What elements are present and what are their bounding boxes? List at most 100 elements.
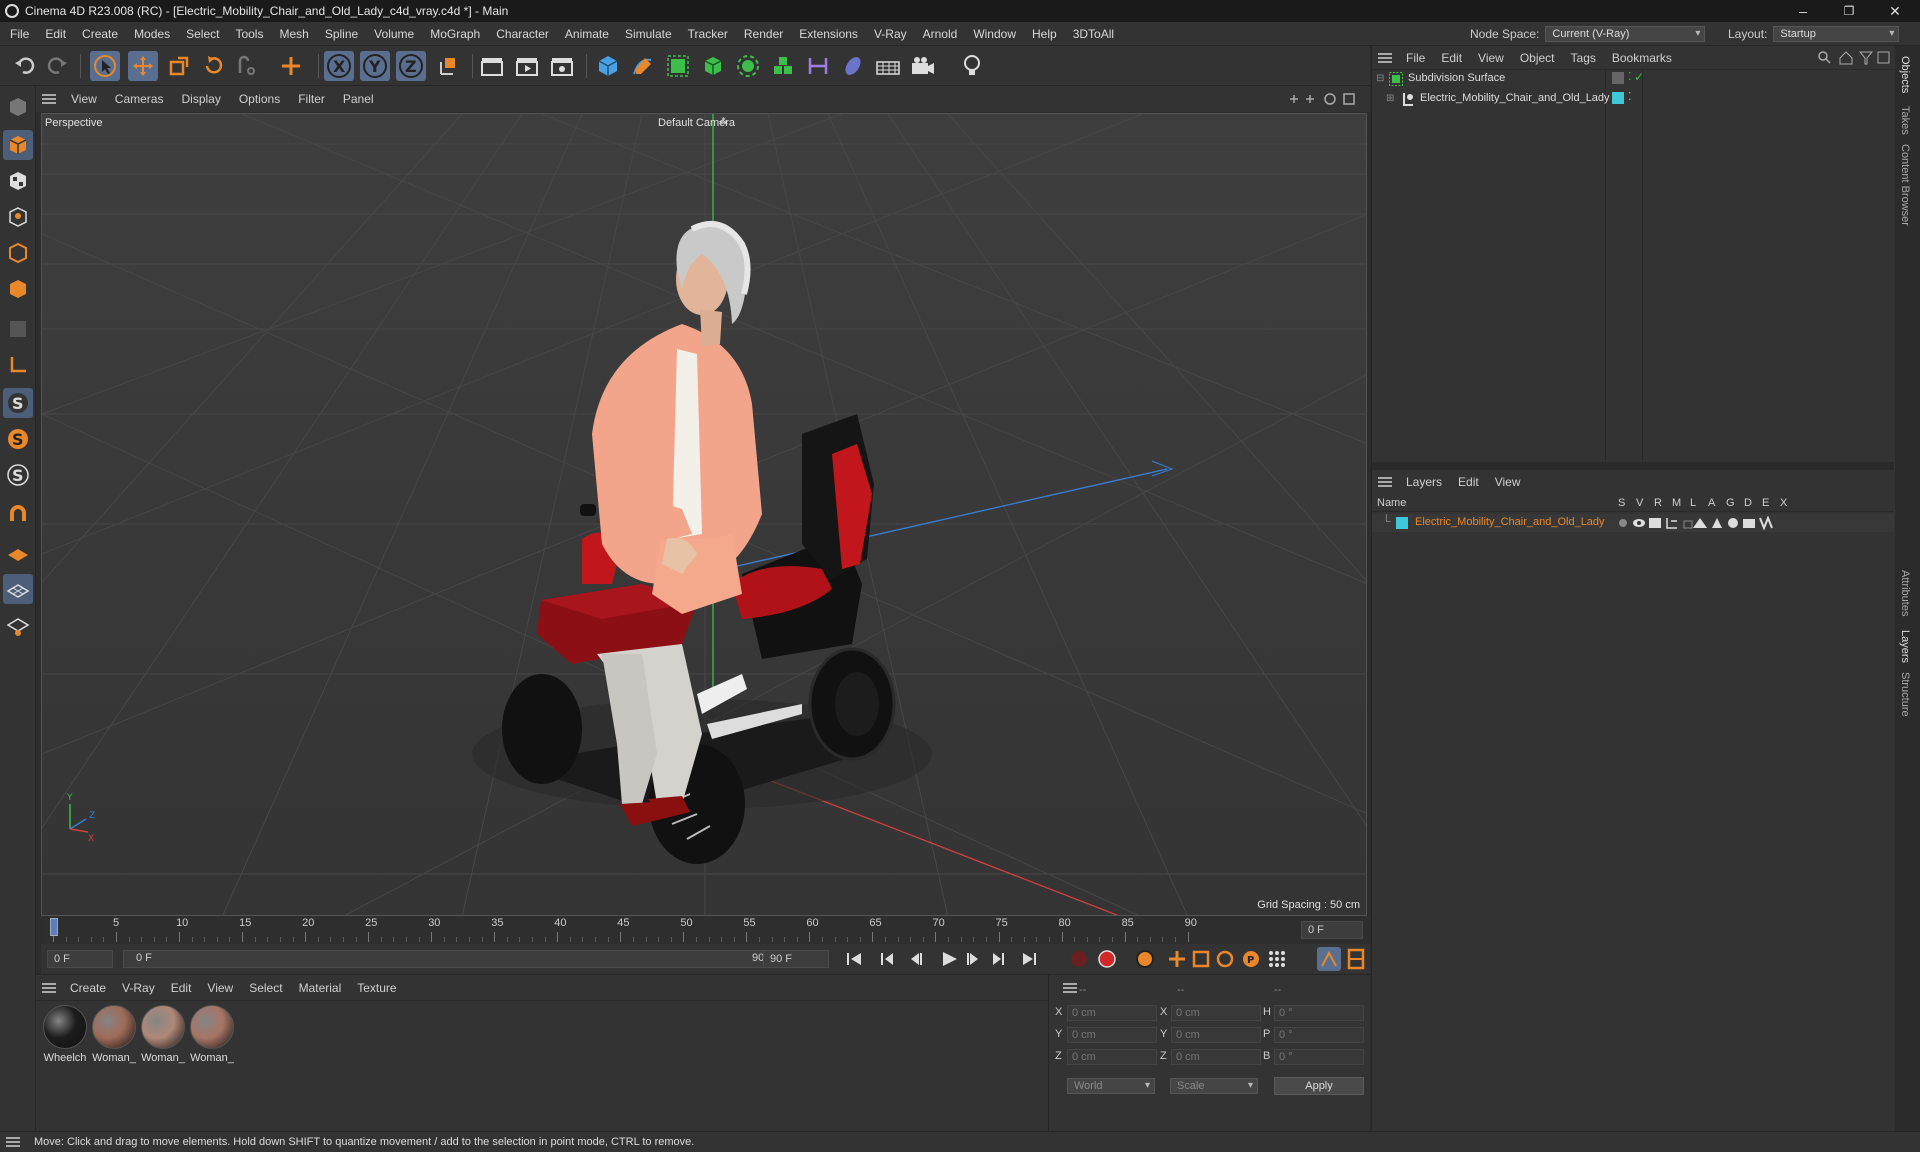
object-menu-icon[interactable] [1378, 52, 1392, 63]
viewport-menu-icon[interactable] [42, 94, 56, 104]
layer-color-icon[interactable] [1612, 92, 1624, 104]
timeline-ruler[interactable]: 051015202530354045505560657075808590 0 F [41, 916, 1370, 944]
menu-spline[interactable]: Spline [317, 22, 366, 46]
expand-icon[interactable]: ⊟ [1376, 73, 1384, 84]
viewport-menu-filter[interactable]: Filter [289, 92, 334, 106]
coord-size-field[interactable]: 0 cm [1171, 1005, 1261, 1021]
coord-space-dropdown[interactable]: World [1067, 1078, 1155, 1094]
tab-structure[interactable]: Structure [1899, 672, 1911, 717]
object-manager-tools[interactable] [1818, 51, 1890, 65]
viewport-menu-display[interactable]: Display [172, 92, 229, 106]
current-frame-field[interactable]: 0 F [1301, 921, 1363, 939]
layer-flag-icons[interactable] [1616, 516, 1786, 530]
volume-button[interactable] [768, 51, 798, 81]
menu-tools[interactable]: Tools [227, 22, 271, 46]
menu-modes[interactable]: Modes [126, 22, 178, 46]
object-menu-bookmarks[interactable]: Bookmarks [1604, 51, 1680, 65]
material-menu-edit[interactable]: Edit [163, 981, 200, 995]
rotate-tool-button[interactable] [198, 51, 228, 81]
layer-flag-e[interactable]: E [1762, 497, 1769, 509]
material-item[interactable]: Wheelch [42, 1005, 88, 1067]
material-item[interactable]: Woman_ [140, 1005, 186, 1067]
tab-layers[interactable]: Layers [1899, 630, 1911, 663]
material-menu-texture[interactable]: Texture [349, 981, 404, 995]
light-button[interactable] [957, 51, 987, 81]
layer-menu-view[interactable]: View [1487, 475, 1529, 489]
enable-axis-button[interactable] [3, 350, 33, 380]
y-axis-lock-button[interactable]: Y [360, 51, 390, 81]
material-menu-v-ray[interactable]: V-Ray [114, 981, 163, 995]
object-menu-tags[interactable]: Tags [1563, 51, 1604, 65]
viewport-menu-options[interactable]: Options [230, 92, 289, 106]
transport-buttons[interactable] [843, 948, 1093, 970]
field-button[interactable] [838, 51, 868, 81]
coordinate-system-button[interactable] [432, 51, 462, 81]
menu-animate[interactable]: Animate [557, 22, 617, 46]
render-settings-button[interactable] [547, 51, 577, 81]
apply-button[interactable]: Apply [1274, 1077, 1364, 1095]
coord-size-field[interactable]: 0 cm [1171, 1049, 1261, 1065]
timeline-window-button[interactable] [1344, 947, 1368, 971]
make-editable-button[interactable] [3, 92, 33, 122]
menu-volume[interactable]: Volume [366, 22, 422, 46]
menu-render[interactable]: Render [736, 22, 791, 46]
floor-button[interactable] [873, 51, 903, 81]
scale-tool-button[interactable] [164, 51, 194, 81]
point-mode-button[interactable] [3, 202, 33, 232]
layer-menu-layers[interactable]: Layers [1398, 475, 1450, 489]
material-menu-create[interactable]: Create [62, 981, 114, 995]
subdivision-surface-button[interactable] [663, 51, 693, 81]
camera-target-icon[interactable]: ⁂ [719, 116, 728, 127]
coord-position-field[interactable]: 0 cm [1067, 1049, 1157, 1065]
menu-edit[interactable]: Edit [37, 22, 74, 46]
z-axis-lock-button[interactable]: Z [396, 51, 426, 81]
layer-flag-v[interactable]: V [1636, 497, 1643, 509]
coord-size-field[interactable]: 0 cm [1171, 1027, 1261, 1043]
menu-v-ray[interactable]: V-Ray [866, 22, 915, 46]
layout-dropdown[interactable]: Startup [1773, 26, 1900, 42]
coord-position-field[interactable]: 0 cm [1067, 1027, 1157, 1043]
menu-create[interactable]: Create [74, 22, 126, 46]
tab-attributes[interactable]: Attributes [1899, 570, 1911, 616]
quantize-button[interactable]: S [3, 460, 33, 490]
uv-mode-button[interactable] [3, 314, 33, 344]
coord-position-field[interactable]: 0 cm [1067, 1005, 1157, 1021]
coord-mode-dropdown[interactable]: Scale [1170, 1078, 1258, 1094]
object-menu-view[interactable]: View [1470, 51, 1512, 65]
mograph-cloner-button[interactable] [733, 51, 763, 81]
snap-settings-button[interactable]: S [3, 424, 33, 454]
playhead[interactable] [50, 918, 58, 936]
deformer-button[interactable] [803, 51, 833, 81]
material-menu-material[interactable]: Material [291, 981, 350, 995]
texture-mode-button[interactable] [3, 166, 33, 196]
object-row-subdivision[interactable]: ⊟ Subdivision Surface ⁚ ✓ [1372, 70, 1894, 88]
menu-tracker[interactable]: Tracker [680, 22, 736, 46]
node-space-dropdown[interactable]: Current (V-Ray) [1545, 26, 1706, 42]
menu-simulate[interactable]: Simulate [617, 22, 680, 46]
extrude-button[interactable] [698, 51, 728, 81]
layer-row[interactable]: └ Electric_Mobility_Chair_and_Old_Lady [1372, 514, 1894, 532]
menu-mograph[interactable]: MoGraph [422, 22, 488, 46]
visibility-dots-icon[interactable]: ⁚ [1628, 70, 1632, 83]
layer-flag-m[interactable]: M [1672, 497, 1681, 509]
coord-rotation-field[interactable]: 0 ° [1274, 1005, 1364, 1021]
edge-mode-button[interactable] [3, 238, 33, 268]
polygon-mode-button[interactable] [3, 274, 33, 304]
model-mode-button[interactable] [3, 130, 33, 160]
coords-menu-icon[interactable] [1063, 983, 1077, 993]
start-frame-field[interactable]: 0 F [47, 950, 113, 968]
layer-flag-a[interactable]: A [1708, 497, 1715, 509]
material-item[interactable]: Woman_ [91, 1005, 137, 1067]
coord-rotation-field[interactable]: 0 ° [1274, 1027, 1364, 1043]
viewport-nav-icons[interactable] [1286, 91, 1360, 107]
tab-content-browser[interactable]: Content Browser [1899, 144, 1911, 226]
tab-objects[interactable]: Objects [1899, 56, 1911, 93]
layer-flag-s[interactable]: S [1618, 497, 1625, 509]
keyframe-tools[interactable]: P [1065, 947, 1325, 971]
end-frame-field[interactable]: 90 F [763, 950, 829, 968]
minimize-button[interactable]: – [1780, 0, 1826, 22]
live-selection-button[interactable] [90, 51, 120, 81]
close-button[interactable]: ✕ [1872, 0, 1918, 22]
camera-button[interactable] [908, 51, 938, 81]
menu-3dtoall[interactable]: 3DToAll [1065, 22, 1122, 46]
